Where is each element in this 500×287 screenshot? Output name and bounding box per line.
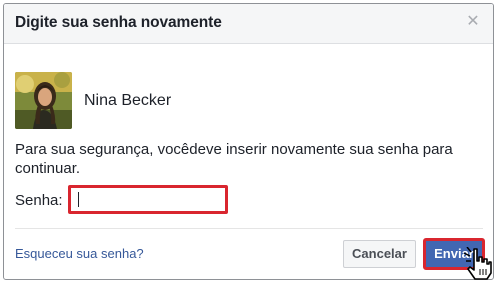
close-icon[interactable]: ✕ [465,13,481,31]
dialog-title: Digite sua senha novamente [15,14,222,31]
footer-divider [15,228,483,229]
hand-pointer-icon [464,247,492,280]
user-name: Nina Becker [84,92,172,109]
password-input[interactable] [68,185,228,214]
password-label: Senha: [15,192,63,209]
dialog-header: Digite sua senha novamente ✕ [4,4,493,44]
text-caret [78,192,79,207]
reauth-dialog: Digite sua senha novamente ✕ Nina Becker… [3,3,494,280]
cancel-button[interactable]: Cancelar [343,240,416,268]
security-message: Para sua segurança, vocêdeve inserir nov… [15,141,453,177]
user-avatar-photo [15,72,72,129]
forgot-password-link[interactable]: Esqueceu sua senha? [15,246,144,261]
avatar [15,72,72,129]
